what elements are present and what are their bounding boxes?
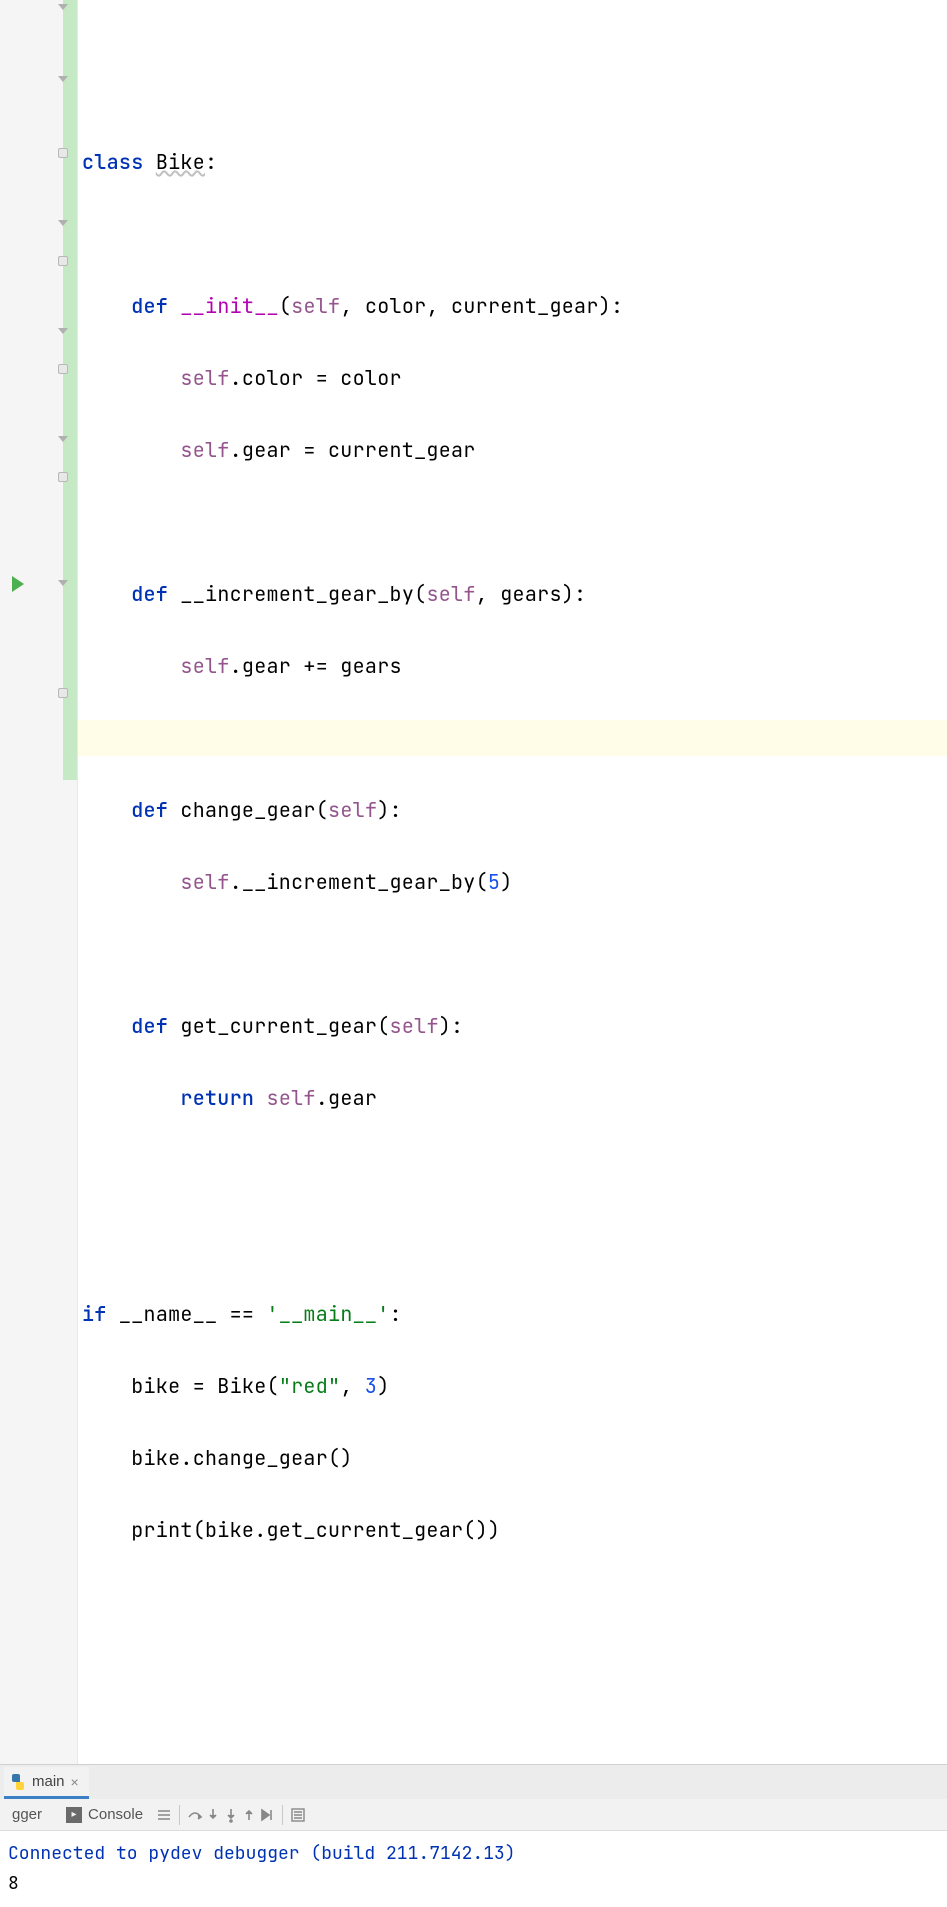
code-editor[interactable]: class Bike: def __init__(self, color, cu… <box>0 0 947 1764</box>
code-content[interactable]: class Bike: def __init__(self, color, cu… <box>78 0 947 1764</box>
run-tool-window: main × gger ▸ Console <box>0 1764 947 1907</box>
fold-icon[interactable] <box>58 436 72 450</box>
fold-end-icon[interactable] <box>58 472 72 486</box>
run-tab-label: main <box>32 1773 65 1790</box>
separator <box>179 1805 180 1825</box>
fold-icon[interactable] <box>58 76 72 90</box>
tab-console[interactable]: ▸ Console <box>54 1800 155 1829</box>
editor-gutter[interactable] <box>0 0 78 1764</box>
step-over-icon[interactable] <box>186 1806 204 1824</box>
python-icon <box>10 1774 26 1790</box>
keyword-def: def <box>131 293 168 319</box>
close-icon[interactable]: × <box>71 1774 79 1790</box>
method-increment: __increment_gear_by <box>180 581 414 607</box>
fold-icon[interactable] <box>58 580 72 594</box>
step-into-icon[interactable] <box>204 1806 222 1824</box>
separator <box>282 1805 283 1825</box>
run-config-tab[interactable]: main × <box>4 1767 89 1799</box>
method-init: __init__ <box>180 293 278 319</box>
fold-icon[interactable] <box>58 328 72 342</box>
method-change-gear: change_gear <box>180 797 315 823</box>
fold-end-icon[interactable] <box>58 148 72 162</box>
console-icon: ▸ <box>66 1807 82 1823</box>
fold-end-icon[interactable] <box>58 364 72 378</box>
console-line: 8 <box>8 1869 939 1899</box>
fold-icon[interactable] <box>58 4 72 18</box>
class-name: Bike <box>156 149 205 175</box>
fold-end-icon[interactable] <box>58 688 72 702</box>
keyword-if: if <box>82 1301 107 1327</box>
step-into-my-icon[interactable] <box>222 1806 240 1824</box>
fold-icon[interactable] <box>58 220 72 234</box>
step-out-icon[interactable] <box>240 1806 258 1824</box>
debug-toolbar: gger ▸ Console <box>0 1799 947 1831</box>
fold-end-icon[interactable] <box>58 256 72 270</box>
method-get-gear: get_current_gear <box>180 1013 377 1039</box>
soft-wrap-icon[interactable] <box>155 1806 173 1824</box>
evaluate-icon[interactable] <box>289 1806 307 1824</box>
console-line: Connected to pydev debugger (build 211.7… <box>8 1839 939 1869</box>
tab-debugger[interactable]: gger <box>0 1800 54 1829</box>
vcs-change-strip <box>63 0 77 780</box>
run-tab-strip: main × <box>0 1765 947 1799</box>
console-output[interactable]: Connected to pydev debugger (build 211.7… <box>0 1831 947 1907</box>
run-to-cursor-icon[interactable] <box>258 1806 276 1824</box>
keyword-class: class <box>82 149 144 175</box>
run-gutter-icon[interactable] <box>12 576 24 592</box>
